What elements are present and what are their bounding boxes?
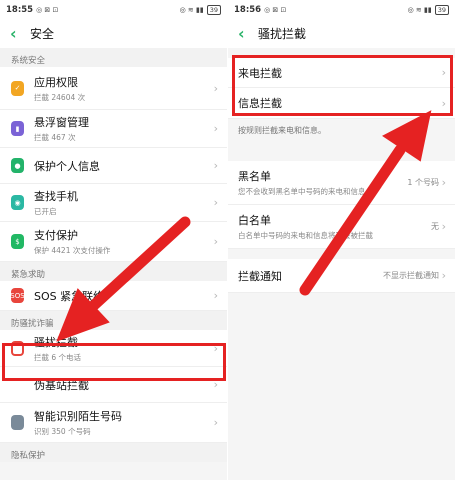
list-item-app-permissions[interactable]: ✓ 应用权限 拦截 24604 次 › [0,67,227,110]
title-bar: ‹ 骚扰拦截 [228,19,455,48]
item-label: 白名单 [238,214,271,227]
signal-icons: ◎ ≋ ▮▮ [179,5,204,14]
item-label: 支付保护 [34,229,78,242]
list-item-fake-station[interactable]: ☢ 伪基站拦截 › [0,367,227,403]
float-window-icon: ▮ [11,121,24,136]
item-sub: 保护 4421 次支付操作 [34,246,111,255]
chevron-right-icon: › [441,269,446,282]
list-item-float-window[interactable]: ▮ 悬浮窗管理 拦截 467 次 › [0,110,227,148]
list-item-harass-block[interactable]: 骚扰拦截 拦截 6 个电话 › [0,330,227,367]
item-label: 骚扰拦截 [34,335,78,349]
title-bar: ‹ 安全 [0,19,227,48]
item-label: 查找手机 [34,190,78,203]
status-bar: 18:56 ◎ ⊠ ⊡ ◎ ≋ ▮▮ 39 [228,0,455,19]
item-value: 无 [431,222,439,231]
list-item-find-phone[interactable]: ◉ 查找手机 已开启 › [0,184,227,222]
chevron-right-icon: › [213,341,218,355]
status-time: 18:55 [6,4,34,15]
status-right-icons: ◎ ≋ ▮▮ 39 [179,4,221,15]
chevron-right-icon: › [441,220,446,233]
item-sub: 拦截 467 次 [34,133,76,142]
list-item-blacklist[interactable]: 黑名单 您不会收到黑名单中号码的来电和信息 1 个号码 › [228,161,455,205]
section-label-anti-harass: 防骚扰诈骗 [0,311,227,330]
item-label: 信息拦截 [238,97,282,110]
shield-icon: ✓ [11,80,24,96]
battery-icon: 39 [434,4,449,15]
security-screen: 18:55 ◎ ⊠ ⊡ ◎ ≋ ▮▮ 39 ‹ 安全 系统安全 ✓ 应用权限 拦… [0,0,227,480]
list-item-payment-protect[interactable]: $ 支付保护 保护 4421 次支付操作 › [0,222,227,262]
item-label: 黑名单 [238,170,271,183]
status-notification-icons: ◎ ⊠ ⊡ [36,5,59,14]
list-item-sos[interactable]: SOS SOS 紧急联络 › [0,281,227,311]
chevron-right-icon: › [213,196,218,209]
item-value: 1 个号码 [407,178,439,187]
list-item-block-notify[interactable]: 拦截通知 不显示拦截通知 › [228,259,455,293]
battery-icon: 39 [206,4,221,15]
list-item-whitelist[interactable]: 白名单 白名单中号码的来电和信息将不会被拦截 无 › [228,205,455,249]
chevron-right-icon: › [213,289,218,302]
chevron-right-icon: › [441,96,446,110]
status-time: 18:56 [234,4,262,15]
item-sub: 识别 350 个号码 [34,427,91,436]
section-label-emergency: 紧急求助 [0,262,227,281]
item-label: SOS 紧急联络 [34,289,105,303]
chevron-right-icon: › [441,176,446,189]
list-item-call-block[interactable]: 来电拦截 › [228,58,455,88]
page-title: 骚扰拦截 [258,27,307,41]
item-value: 不显示拦截通知 [383,271,439,280]
item-label: 拦截通知 [238,269,282,283]
locate-icon: ◉ [11,195,24,210]
person-icon [11,415,24,430]
item-label: 智能识别陌生号码 [34,410,122,423]
item-label: 保护个人信息 [34,159,100,173]
status-notification-icons: ◎ ⊠ ⊡ [264,5,287,14]
section-label-system: 系统安全 [0,48,227,67]
item-sub: 您不会收到黑名单中号码的来电和信息 [238,187,366,196]
item-sub: 拦截 6 个电话 [34,352,82,362]
section-label-privacy: 隐私保护 [0,443,227,462]
chevron-right-icon: › [213,416,218,429]
back-icon[interactable]: ‹ [238,24,252,43]
chevron-right-icon: › [213,159,218,172]
page-title: 安全 [30,27,55,41]
list-item-msg-block[interactable]: 信息拦截 › [228,88,455,119]
item-sub: 白名单中号码的来电和信息将不会被拦截 [238,231,373,240]
chevron-right-icon: › [213,235,218,248]
block-icon [11,340,24,356]
chevron-right-icon: › [213,81,218,95]
radio-tower-icon: ☢ [14,380,21,389]
payment-shield-icon: $ [11,234,24,249]
list-item-personal-info[interactable]: ● 保护个人信息 › [0,148,227,184]
status-bar: 18:55 ◎ ⊠ ⊡ ◎ ≋ ▮▮ 39 [0,0,227,19]
item-label: 伪基站拦截 [34,378,89,392]
item-sub: 拦截 24604 次 [34,92,86,102]
sos-icon: SOS [10,288,25,303]
item-sub: 已开启 [34,207,57,216]
chevron-right-icon: › [213,378,218,391]
chevron-right-icon: › [441,66,446,79]
harass-block-screen: 18:56 ◎ ⊠ ⊡ ◎ ≋ ▮▮ 39 ‹ 骚扰拦截 来电拦截 › 信息拦截… [228,0,455,480]
description: 按规则拦截来电和信息。 [238,126,326,135]
list-item-smart-identify[interactable]: 智能识别陌生号码 识别 350 个号码 › [0,403,227,443]
item-label: 悬浮窗管理 [34,116,89,129]
item-label: 应用权限 [34,75,78,89]
signal-icons: ◎ ≋ ▮▮ [407,5,432,14]
chevron-right-icon: › [213,122,218,135]
back-icon[interactable]: ‹ [10,24,24,43]
person-shield-icon: ● [11,158,24,173]
item-label: 来电拦截 [238,66,282,80]
status-right-icons: ◎ ≋ ▮▮ 39 [407,4,449,15]
